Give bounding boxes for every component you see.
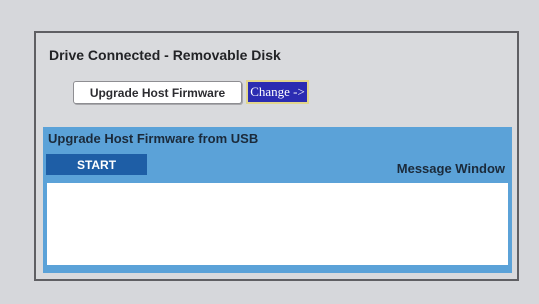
change-button[interactable]: Change -> [246, 80, 309, 104]
firmware-panel: Drive Connected - Removable Disk Upgrade… [34, 31, 519, 281]
usb-section-header: Upgrade Host Firmware from USB [48, 131, 259, 146]
usb-upgrade-section: Upgrade Host Firmware from USB START Mes… [43, 127, 512, 273]
message-window-label: Message Window [396, 161, 505, 176]
start-button[interactable]: START [46, 154, 147, 175]
message-window[interactable] [47, 183, 508, 265]
upgrade-host-firmware-button[interactable]: Upgrade Host Firmware [73, 81, 242, 104]
drive-status-label: Drive Connected - Removable Disk [49, 47, 281, 63]
